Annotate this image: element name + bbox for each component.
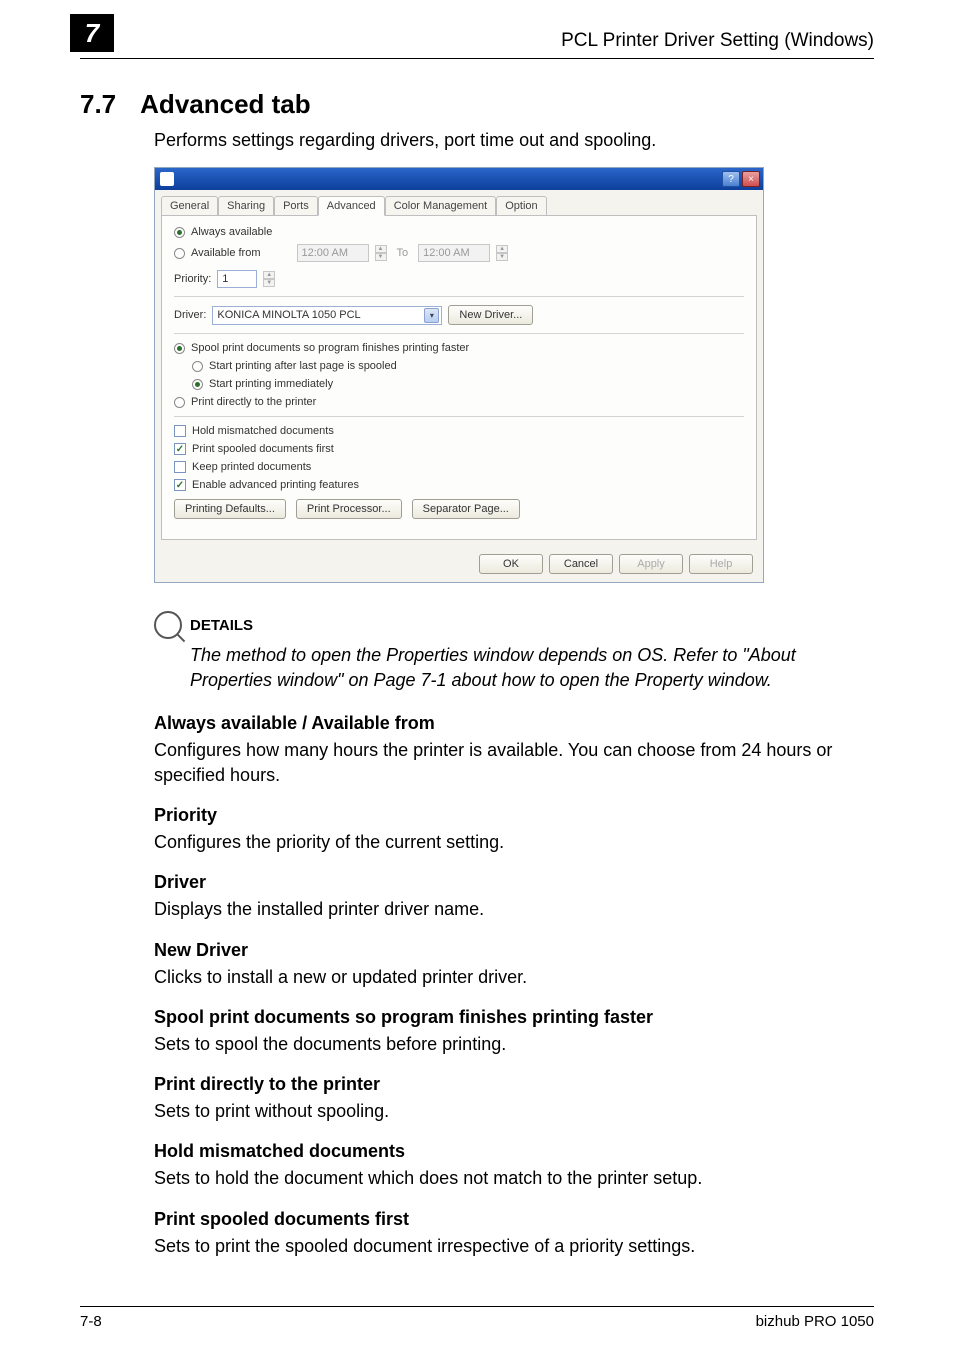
priority-label: Priority: xyxy=(174,273,211,285)
section-intro: Performs settings regarding drivers, por… xyxy=(154,130,874,151)
ok-button[interactable]: OK xyxy=(479,554,543,574)
print-spooled-first-checkbox[interactable] xyxy=(174,443,186,455)
time-from-spinner[interactable]: ▲▼ xyxy=(375,245,387,261)
enable-advanced-checkbox[interactable] xyxy=(174,479,186,491)
titlebar-close-icon[interactable]: × xyxy=(742,171,760,187)
chevron-down-icon: ▾ xyxy=(424,308,439,323)
print-directly-label: Print directly to the printer xyxy=(191,396,316,408)
section-number: 7.7 xyxy=(80,89,116,120)
divider xyxy=(174,296,744,297)
footer-product: bizhub PRO 1050 xyxy=(756,1313,874,1330)
priority-spinner[interactable]: ▲▼ xyxy=(263,271,275,287)
spool-label: Spool print documents so program finishe… xyxy=(191,342,469,354)
tab-advanced[interactable]: Advanced xyxy=(318,196,385,216)
start-immediately-label: Start printing immediately xyxy=(209,378,333,390)
hold-mismatched-checkbox[interactable] xyxy=(174,425,186,437)
tab-color-management[interactable]: Color Management xyxy=(385,196,497,215)
def-term: Driver xyxy=(154,872,874,893)
page-footer: 7-8 bizhub PRO 1050 xyxy=(80,1306,874,1330)
printer-icon xyxy=(160,172,174,186)
start-after-last-label: Start printing after last page is spoole… xyxy=(209,360,397,372)
print-spooled-first-label: Print spooled documents first xyxy=(192,443,334,455)
divider xyxy=(174,333,744,334)
tabs-row: General Sharing Ports Advanced Color Man… xyxy=(155,190,763,215)
def-desc: Sets to hold the document which does not… xyxy=(154,1166,874,1190)
dialog-footer: OK Cancel Apply Help xyxy=(155,546,763,582)
def-term: Print directly to the printer xyxy=(154,1074,874,1095)
start-immediately-radio[interactable] xyxy=(192,379,203,390)
advanced-tab-pane: Always available Available from 12:00 AM… xyxy=(161,215,757,540)
def-term: Spool print documents so program finishe… xyxy=(154,1007,874,1028)
cancel-button[interactable]: Cancel xyxy=(549,554,613,574)
available-from-radio[interactable] xyxy=(174,248,185,259)
print-directly-radio[interactable] xyxy=(174,397,185,408)
def-term: New Driver xyxy=(154,940,874,961)
def-term: Priority xyxy=(154,805,874,826)
def-desc: Sets to print without spooling. xyxy=(154,1099,874,1123)
tab-general[interactable]: General xyxy=(161,196,218,215)
start-after-last-radio[interactable] xyxy=(192,361,203,372)
def-term: Hold mismatched documents xyxy=(154,1141,874,1162)
details-text: The method to open the Properties window… xyxy=(190,643,874,693)
def-desc: Displays the installed printer driver na… xyxy=(154,897,874,921)
available-from-label: Available from xyxy=(191,247,261,259)
always-available-label: Always available xyxy=(191,226,272,238)
enable-advanced-label: Enable advanced printing features xyxy=(192,479,359,491)
titlebar-help-icon[interactable]: ? xyxy=(722,171,740,187)
chapter-badge: 7 xyxy=(70,14,114,52)
printing-defaults-button[interactable]: Printing Defaults... xyxy=(174,499,286,519)
time-from-input[interactable]: 12:00 AM xyxy=(297,244,369,262)
apply-button[interactable]: Apply xyxy=(619,554,683,574)
dialog-titlebar: ? × xyxy=(155,168,763,190)
driver-select[interactable]: KONICA MINOLTA 1050 PCL ▾ xyxy=(212,306,442,325)
magnifier-icon xyxy=(154,611,182,639)
to-label: To xyxy=(397,247,409,259)
priority-input[interactable]: 1 xyxy=(217,270,257,288)
spool-radio[interactable] xyxy=(174,343,185,354)
definitions-list: Always available / Available from Config… xyxy=(154,713,874,1258)
keep-printed-label: Keep printed documents xyxy=(192,461,311,473)
footer-page-number: 7-8 xyxy=(80,1313,102,1330)
always-available-radio[interactable] xyxy=(174,227,185,238)
time-to-input[interactable]: 12:00 AM xyxy=(418,244,490,262)
keep-printed-checkbox[interactable] xyxy=(174,461,186,473)
separator-page-button[interactable]: Separator Page... xyxy=(412,499,520,519)
driver-value: KONICA MINOLTA 1050 PCL xyxy=(217,309,360,321)
details-heading: DETAILS xyxy=(190,617,253,634)
def-desc: Configures the priority of the current s… xyxy=(154,830,874,854)
properties-dialog: ? × General Sharing Ports Advanced Color… xyxy=(154,167,764,583)
help-button[interactable]: Help xyxy=(689,554,753,574)
driver-label: Driver: xyxy=(174,309,206,321)
def-desc: Sets to print the spooled document irres… xyxy=(154,1234,874,1258)
def-desc: Clicks to install a new or updated print… xyxy=(154,965,874,989)
page-header-title: PCL Printer Driver Setting (Windows) xyxy=(80,20,874,59)
section-title: Advanced tab xyxy=(140,89,311,120)
def-term: Always available / Available from xyxy=(154,713,874,734)
def-desc: Sets to spool the documents before print… xyxy=(154,1032,874,1056)
details-callout: DETAILS The method to open the Propertie… xyxy=(154,611,874,693)
print-processor-button[interactable]: Print Processor... xyxy=(296,499,402,519)
tab-sharing[interactable]: Sharing xyxy=(218,196,274,215)
tab-ports[interactable]: Ports xyxy=(274,196,318,215)
def-term: Print spooled documents first xyxy=(154,1209,874,1230)
divider xyxy=(174,416,744,417)
hold-mismatched-label: Hold mismatched documents xyxy=(192,425,334,437)
def-desc: Configures how many hours the printer is… xyxy=(154,738,874,787)
time-to-spinner[interactable]: ▲▼ xyxy=(496,245,508,261)
tab-option[interactable]: Option xyxy=(496,196,546,215)
new-driver-button[interactable]: New Driver... xyxy=(448,305,533,325)
